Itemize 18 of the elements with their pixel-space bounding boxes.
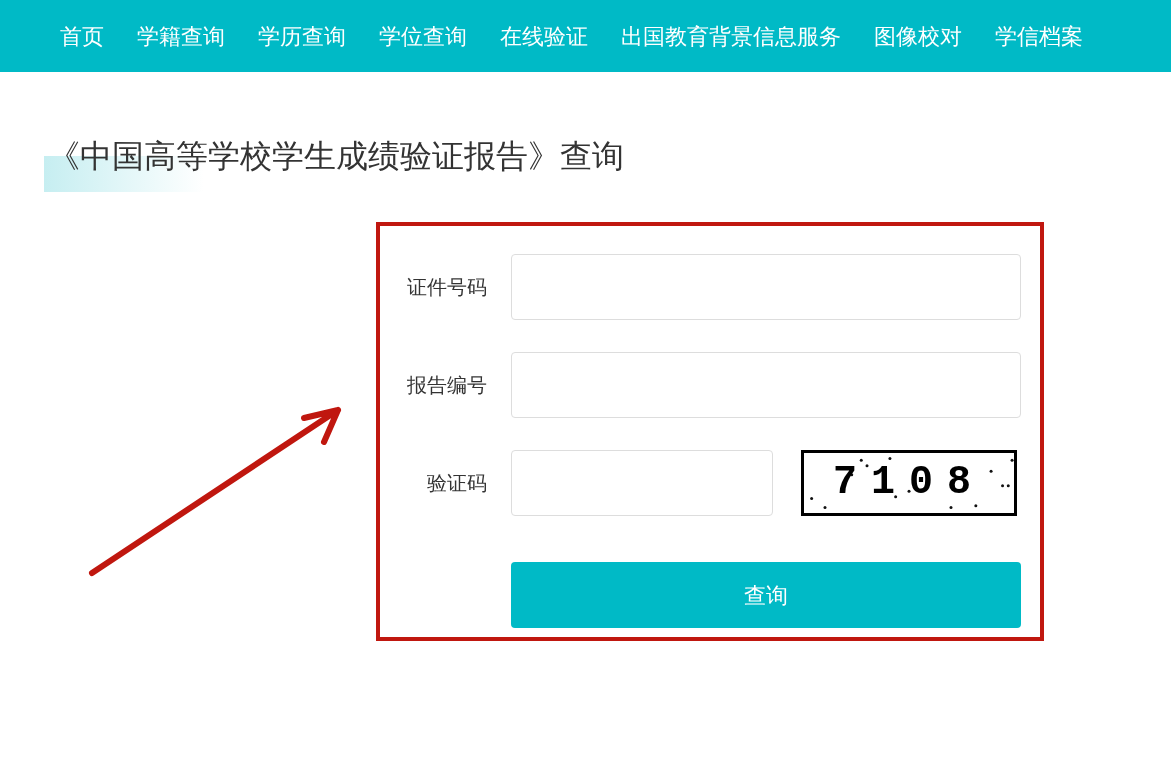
field-label: 验证码: [426, 470, 487, 497]
captcha-image[interactable]: 7108: [801, 450, 1017, 516]
input-field[interactable]: [511, 254, 1021, 320]
nav-link[interactable]: 学信档案: [995, 19, 1083, 53]
captcha-code: 7108: [833, 463, 985, 503]
nav-link[interactable]: 图像校对: [874, 19, 962, 53]
nav-link[interactable]: 学历查询: [258, 19, 346, 53]
nav-link[interactable]: 出国教育背景信息服务: [621, 19, 841, 53]
input-field[interactable]: [511, 450, 773, 516]
nav-link[interactable]: 学籍查询: [137, 19, 225, 53]
page-title: 《中国高等学校学生成绩验证报告》查询: [44, 136, 624, 194]
nav-link[interactable]: 在线验证: [500, 19, 588, 53]
nav-link[interactable]: 学位查询: [379, 19, 467, 53]
nav-link[interactable]: 首页: [60, 19, 104, 53]
field-label: 报告编号: [406, 372, 487, 399]
field-label: 证件号码: [406, 274, 487, 301]
input-field[interactable]: [511, 352, 1021, 418]
search-button[interactable]: 查询: [511, 562, 1021, 628]
